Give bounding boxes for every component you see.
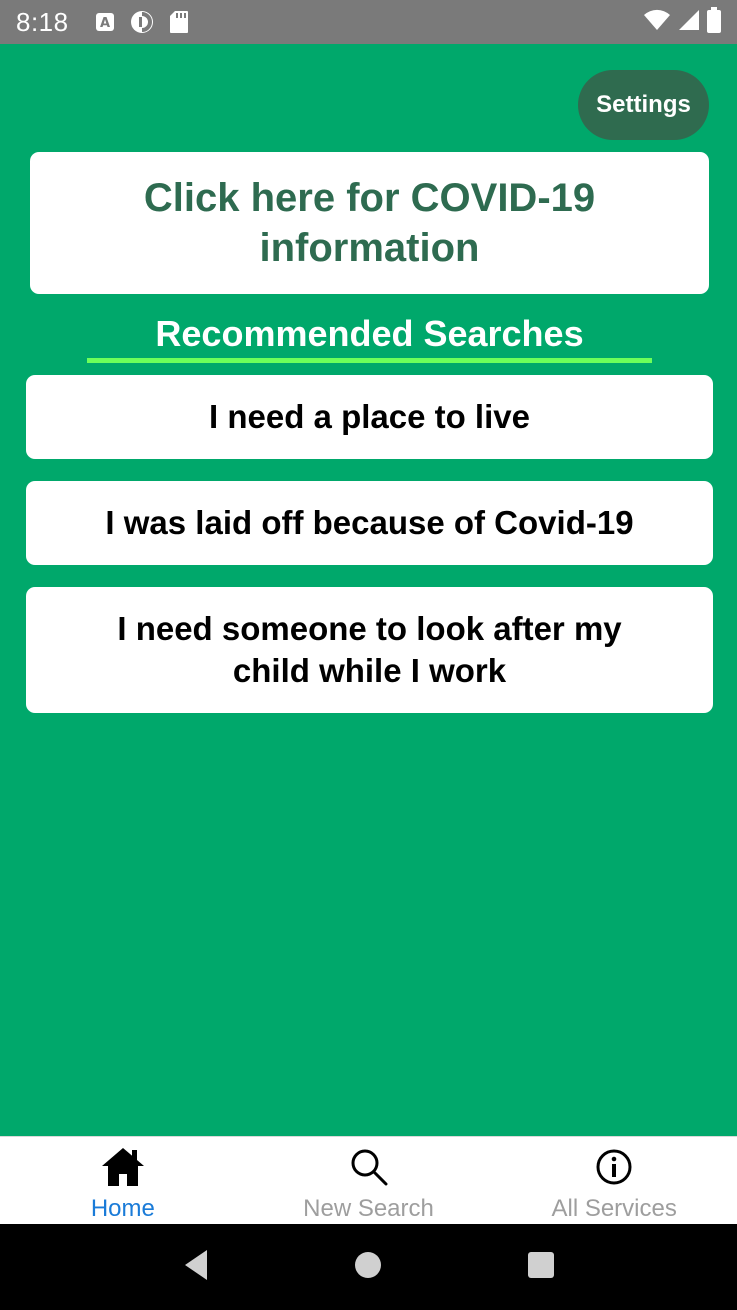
- signal-icon: [677, 8, 701, 37]
- recommended-searches-title: Recommended Searches: [155, 313, 584, 354]
- bottom-tab-bar: Home New Search All Services: [0, 1136, 737, 1224]
- home-icon: [99, 1143, 147, 1191]
- wifi-icon: [643, 8, 671, 37]
- home-screen: Settings Click here for COVID-19 informa…: [0, 44, 737, 1136]
- data-saver-icon: [129, 9, 155, 35]
- info-icon: [590, 1143, 638, 1191]
- tab-all-services-label: All Services: [551, 1195, 677, 1222]
- tab-new-search[interactable]: New Search: [246, 1137, 492, 1224]
- system-nav-bar: [0, 1224, 737, 1310]
- sd-card-icon: [169, 10, 189, 34]
- home-circle-icon[interactable]: [353, 1250, 383, 1285]
- status-bar: 8:18 A: [0, 0, 737, 44]
- covid-info-button[interactable]: Click here for COVID-19 information: [30, 152, 709, 294]
- svg-text:A: A: [100, 16, 110, 31]
- recommended-search-item[interactable]: I need a place to live: [26, 375, 713, 459]
- settings-button[interactable]: Settings: [578, 70, 709, 140]
- a-notification-icon: A: [95, 12, 115, 32]
- battery-icon: [707, 6, 721, 38]
- tab-all-services[interactable]: All Services: [491, 1137, 737, 1224]
- tab-home-label: Home: [90, 1195, 155, 1222]
- recents-icon[interactable]: [526, 1250, 556, 1285]
- recommended-search-item[interactable]: I was laid off because of Covid-19: [26, 481, 713, 565]
- status-time: 8:18: [16, 6, 69, 37]
- tab-new-search-label: New Search: [303, 1195, 434, 1222]
- title-underline: [87, 358, 652, 363]
- status-right-group: [643, 6, 721, 38]
- recommended-search-item[interactable]: I need someone to look after my child wh…: [26, 587, 713, 713]
- search-icon: [345, 1143, 393, 1191]
- tab-home[interactable]: Home: [0, 1137, 246, 1224]
- back-icon[interactable]: [181, 1248, 211, 1287]
